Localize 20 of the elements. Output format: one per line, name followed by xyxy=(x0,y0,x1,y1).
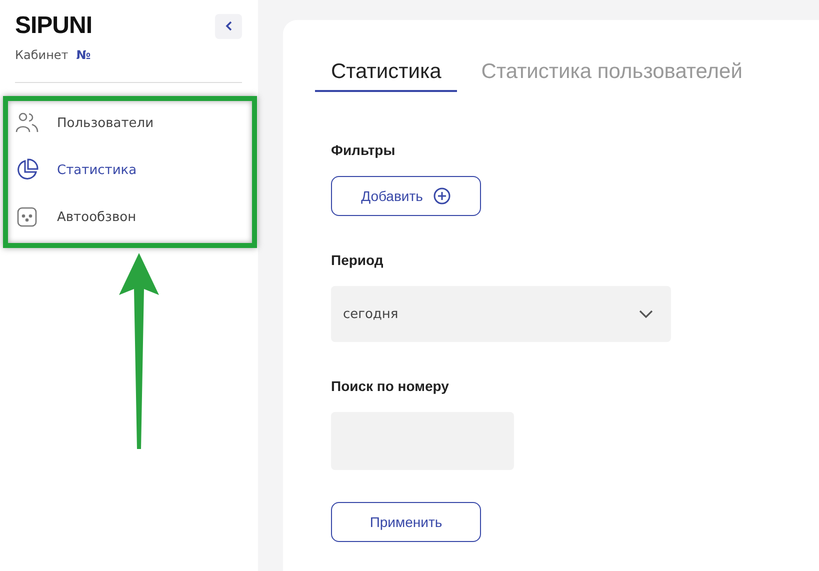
apply-button[interactable]: Применить xyxy=(331,502,481,542)
users-icon xyxy=(15,111,39,135)
add-button[interactable]: Добавить xyxy=(331,176,481,216)
tab[interactable]: Статистика xyxy=(315,60,458,92)
logo: SIPUNI xyxy=(15,12,92,40)
nav-item[interactable]: Автообзвон xyxy=(15,205,242,229)
pie-chart-icon xyxy=(15,158,39,182)
cabinet-number: № xyxy=(76,48,91,62)
chevron-left-icon xyxy=(224,21,232,31)
collapse-button[interactable] xyxy=(215,14,242,38)
plus-circle-icon xyxy=(432,187,451,205)
period-dropdown[interactable]: сегодня xyxy=(331,286,671,342)
period-label: Период xyxy=(331,252,384,268)
cabinet-label: Кабинет xyxy=(15,48,68,62)
nav-item[interactable]: Статистика xyxy=(15,158,242,182)
robot-face-icon xyxy=(15,205,39,229)
chevron-down-icon xyxy=(639,310,653,318)
nav-item[interactable]: Пользователи xyxy=(15,111,242,135)
filters-label: Фильтры xyxy=(331,142,396,158)
search-label: Поиск по номеру xyxy=(331,378,449,394)
